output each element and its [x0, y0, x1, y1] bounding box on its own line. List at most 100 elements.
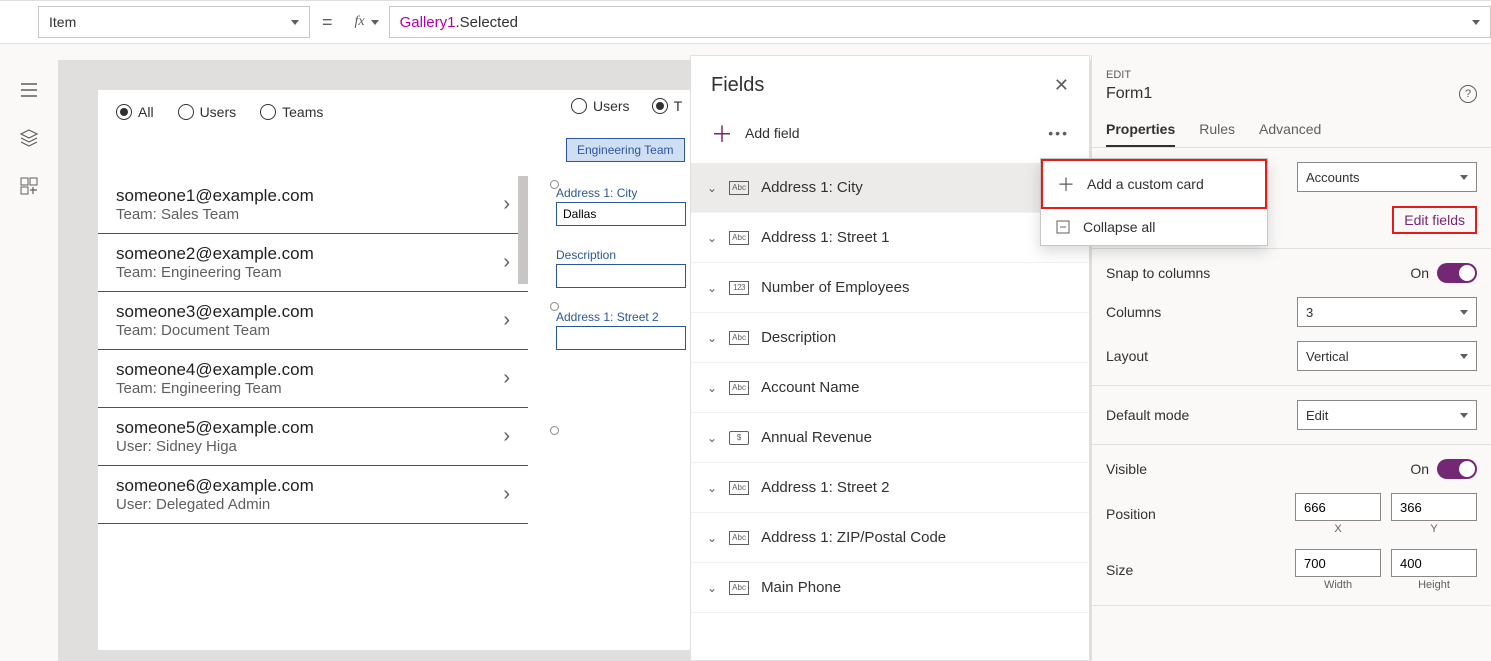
height-input[interactable] — [1391, 549, 1477, 577]
text-type-icon: Abc — [729, 331, 749, 345]
chevron-down-icon: ⌄ — [707, 331, 717, 345]
radio-teams-2[interactable]: T — [652, 98, 683, 114]
data-source-dropdown[interactable]: Accounts — [1297, 162, 1477, 192]
text-type-icon: Abc — [729, 381, 749, 395]
chevron-right-icon: › — [503, 193, 510, 216]
default-mode-dropdown[interactable]: Edit — [1297, 400, 1477, 430]
menu-add-custom-card[interactable]: ＋ Add a custom card — [1041, 159, 1267, 209]
chevron-down-icon — [1460, 413, 1468, 418]
position-label: Position — [1106, 506, 1156, 522]
resize-handle[interactable] — [550, 302, 559, 311]
chevron-right-icon: › — [503, 367, 510, 390]
list-item[interactable]: someone2@example.comTeam: Engineering Te… — [98, 234, 528, 292]
filter-radio-group: All Users Teams — [116, 104, 323, 120]
text-type-icon: Abc — [729, 581, 749, 595]
resize-handle[interactable] — [550, 180, 559, 189]
radio-users-2[interactable]: Users — [571, 98, 630, 114]
edit-fields-link[interactable]: Edit fields — [1392, 206, 1477, 234]
description-input[interactable] — [556, 264, 686, 288]
chevron-right-icon: › — [503, 251, 510, 274]
field-row[interactable]: ⌄AbcAddress 1: Street 1 — [691, 213, 1089, 263]
chevron-down-icon — [1460, 310, 1468, 315]
tab-properties[interactable]: Properties — [1106, 113, 1175, 147]
list-item[interactable]: someone6@example.comUser: Delegated Admi… — [98, 466, 528, 524]
field-row[interactable]: ⌄AbcAddress 1: Street 2 — [691, 463, 1089, 513]
list-item[interactable]: someone5@example.comUser: Sidney Higa› — [98, 408, 528, 466]
field-row[interactable]: ⌄AbcDescription — [691, 313, 1089, 363]
text-type-icon: Abc — [729, 181, 749, 195]
field-row[interactable]: ⌄AbcAddress 1: ZIP/Postal Code — [691, 513, 1089, 563]
chevron-down-icon: ⌄ — [707, 431, 717, 445]
field-row[interactable]: ⌄AbcAddress 1: City — [691, 163, 1089, 213]
snap-label: Snap to columns — [1106, 265, 1210, 281]
list-item[interactable]: someone4@example.comTeam: Engineering Te… — [98, 350, 528, 408]
plus-icon: ＋ — [711, 117, 733, 149]
chevron-down-icon: ⌄ — [707, 181, 717, 195]
chevron-down-icon — [1460, 354, 1468, 359]
field-row[interactable]: ⌄AbcMain Phone — [691, 563, 1089, 613]
chevron-right-icon: › — [503, 309, 510, 332]
chevron-down-icon: ⌄ — [707, 581, 717, 595]
property-dropdown[interactable]: Item — [38, 6, 310, 38]
gallery-list[interactable]: someone1@example.comTeam: Sales Team› so… — [98, 176, 528, 524]
street2-input[interactable] — [556, 326, 686, 350]
field-list: ⌄AbcAddress 1: City ⌄AbcAddress 1: Stree… — [691, 163, 1089, 613]
radio-all[interactable]: All — [116, 104, 154, 120]
properties-panel: EDIT Form1 ? Properties Rules Advanced D… — [1091, 55, 1491, 661]
plus-icon: ＋ — [1057, 171, 1075, 197]
fields-panel-title: Fields — [711, 74, 764, 97]
collapse-icon — [1055, 219, 1071, 235]
chevron-down-icon: ⌄ — [707, 531, 717, 545]
number-type-icon: 123 — [729, 281, 749, 295]
columns-dropdown[interactable]: 3 — [1297, 297, 1477, 327]
fx-button[interactable]: fx — [345, 6, 389, 38]
scrollbar-thumb[interactable] — [518, 176, 528, 284]
radio-users[interactable]: Users — [178, 104, 237, 120]
list-item[interactable]: someone3@example.comTeam: Document Team› — [98, 292, 528, 350]
snap-toggle[interactable]: On — [1410, 263, 1477, 283]
selected-team-badge: Engineering Team — [566, 138, 685, 162]
chevron-down-icon: ⌄ — [707, 281, 717, 295]
field-row[interactable]: ⌄$Annual Revenue — [691, 413, 1089, 463]
menu-collapse-all[interactable]: Collapse all — [1041, 209, 1267, 245]
resize-handle[interactable] — [550, 426, 559, 435]
chevron-down-icon — [1460, 175, 1468, 180]
fields-panel: Fields ✕ ＋ Add field ••• ⌄AbcAddress 1: … — [690, 55, 1090, 661]
radio-teams[interactable]: Teams — [260, 104, 323, 120]
default-mode-label: Default mode — [1106, 407, 1189, 423]
pos-x-input[interactable] — [1295, 493, 1381, 521]
layout-dropdown[interactable]: Vertical — [1297, 341, 1477, 371]
left-rail — [0, 44, 58, 661]
formula-input[interactable]: Gallery1.Selected — [389, 6, 1491, 38]
chevron-down-icon — [371, 20, 379, 25]
close-icon[interactable]: ✕ — [1054, 75, 1069, 96]
tab-advanced[interactable]: Advanced — [1259, 113, 1321, 147]
formula-prop: .Selected — [455, 14, 518, 31]
insert-icon[interactable] — [19, 176, 39, 196]
chevron-down-icon: ⌄ — [707, 231, 717, 245]
pos-y-input[interactable] — [1391, 493, 1477, 521]
more-icon[interactable]: ••• — [1048, 125, 1069, 141]
layers-icon[interactable] — [19, 128, 39, 148]
size-label: Size — [1106, 562, 1133, 578]
add-field-button[interactable]: ＋ Add field — [711, 117, 800, 149]
list-item[interactable]: someone1@example.comTeam: Sales Team› — [98, 176, 528, 234]
chevron-right-icon: › — [503, 483, 510, 506]
visible-toggle[interactable]: On — [1410, 459, 1477, 479]
width-input[interactable] — [1295, 549, 1381, 577]
hamburger-icon[interactable] — [19, 80, 39, 100]
field-row[interactable]: ⌄123Number of Employees — [691, 263, 1089, 313]
help-icon[interactable]: ? — [1459, 85, 1477, 103]
currency-type-icon: $ — [729, 431, 749, 445]
tab-rules[interactable]: Rules — [1199, 113, 1235, 147]
text-type-icon: Abc — [729, 531, 749, 545]
edit-label: EDIT — [1092, 55, 1491, 85]
property-name: Item — [49, 14, 76, 30]
chevron-right-icon: › — [503, 425, 510, 448]
layout-label: Layout — [1106, 348, 1148, 364]
text-type-icon: Abc — [729, 231, 749, 245]
city-input[interactable] — [556, 202, 686, 226]
columns-label: Columns — [1106, 304, 1161, 320]
field-row[interactable]: ⌄AbcAccount Name — [691, 363, 1089, 413]
control-name: Form1 — [1106, 85, 1152, 103]
